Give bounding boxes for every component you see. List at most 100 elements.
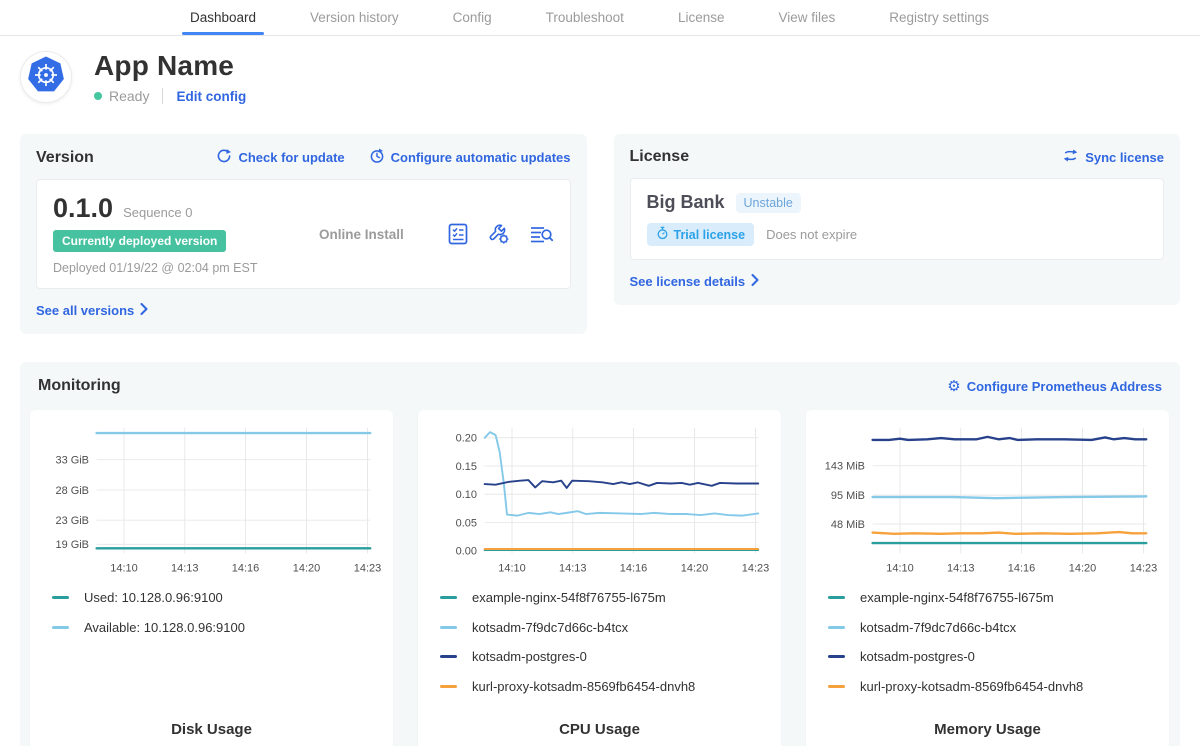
legend-swatch <box>52 626 69 629</box>
y-axis-tick-label: 19 GiB <box>55 539 89 551</box>
channel-badge: Unstable <box>736 193 801 213</box>
version-number: 0.1.0 <box>53 193 113 224</box>
legend-item: example-nginx-54f8f76755-l675m <box>828 590 1161 605</box>
tab-dashboard[interactable]: Dashboard <box>190 0 256 35</box>
tab-registry-settings[interactable]: Registry settings <box>889 0 989 35</box>
x-axis-tick-label: 14:23 <box>1130 563 1157 575</box>
chart-canvas: 0.200.150.100.050.0014:1014:1314:1614:20… <box>426 420 773 584</box>
preflight-checks-icon[interactable] <box>446 222 470 246</box>
legend-label: kotsadm-postgres-0 <box>860 649 975 664</box>
top-navigation: Dashboard Version history Config Trouble… <box>0 0 1200 36</box>
disk-usage-title: Disk Usage <box>38 721 385 740</box>
disk-usage-card: 33 GiB28 GiB23 GiB19 GiB14:1014:1314:161… <box>30 410 393 746</box>
series-line <box>873 437 1147 440</box>
tab-view-files[interactable]: View files <box>778 0 835 35</box>
tab-troubleshoot[interactable]: Troubleshoot <box>546 0 624 35</box>
install-type-label: Online Install <box>285 227 446 242</box>
tab-config[interactable]: Config <box>453 0 492 35</box>
legend-item: kotsadm-postgres-0 <box>440 649 773 664</box>
check-for-update-button[interactable]: Check for update <box>216 148 344 167</box>
y-axis-tick-label: 143 MiB <box>825 461 865 473</box>
x-axis-tick-label: 14:16 <box>620 563 647 575</box>
y-axis-tick-label: 28 GiB <box>55 485 89 497</box>
legend-swatch <box>828 685 845 688</box>
monitoring-section: Monitoring ⚙ Configure Prometheus Addres… <box>20 362 1180 746</box>
memory-usage-title: Memory Usage <box>814 721 1161 740</box>
license-expiry-text: Does not expire <box>766 227 857 242</box>
x-axis-tick-label: 14:20 <box>293 563 320 575</box>
legend-item: kotsadm-7f9dc7d66c-b4tcx <box>440 620 773 635</box>
y-axis-tick-label: 0.00 <box>456 545 477 557</box>
view-diff-logs-icon[interactable] <box>528 222 554 246</box>
x-axis-tick-label: 14:20 <box>681 563 708 575</box>
version-title: Version <box>36 149 94 167</box>
x-axis-tick-label: 14:20 <box>1069 563 1096 575</box>
version-sequence: Sequence 0 <box>123 205 192 220</box>
x-axis-tick-label: 14:13 <box>171 563 198 575</box>
series-line <box>485 432 759 516</box>
x-axis-tick-label: 14:10 <box>110 563 137 575</box>
legend-label: kotsadm-7f9dc7d66c-b4tcx <box>860 620 1016 635</box>
legend-swatch <box>440 685 457 688</box>
legend-label: kurl-proxy-kotsadm-8569fb6454-dnvh8 <box>472 679 695 694</box>
sync-arrows-icon <box>1062 148 1079 166</box>
legend-label: example-nginx-54f8f76755-l675m <box>472 590 666 605</box>
memory-usage-card: 143 MiB95 MiB48 MiB14:1014:1314:1614:201… <box>806 410 1169 746</box>
y-axis-tick-label: 0.05 <box>456 517 477 529</box>
legend-label: Used: 10.128.0.96:9100 <box>84 590 223 605</box>
refresh-icon <box>216 148 232 167</box>
configure-prometheus-button[interactable]: ⚙ Configure Prometheus Address <box>947 379 1162 394</box>
y-axis-tick-label: 95 MiB <box>831 490 865 502</box>
configure-automatic-updates-button[interactable]: Configure automatic updates <box>369 148 571 167</box>
app-header: App Name Ready Edit config <box>20 50 1180 104</box>
series-line <box>485 480 759 488</box>
chart-canvas: 33 GiB28 GiB23 GiB19 GiB14:1014:1314:161… <box>38 420 385 584</box>
legend-item: kotsadm-postgres-0 <box>828 649 1161 664</box>
legend-label: example-nginx-54f8f76755-l675m <box>860 590 1054 605</box>
y-axis-tick-label: 0.15 <box>456 461 477 473</box>
legend-label: kotsadm-7f9dc7d66c-b4tcx <box>472 620 628 635</box>
y-axis-tick-label: 23 GiB <box>55 515 89 527</box>
legend-swatch <box>440 655 457 658</box>
legend-label: kotsadm-postgres-0 <box>472 649 587 664</box>
legend-swatch <box>828 626 845 629</box>
x-axis-tick-label: 14:13 <box>559 563 586 575</box>
y-axis-tick-label: 0.10 <box>456 489 477 501</box>
memory-usage-chart: 143 MiB95 MiB48 MiB14:1014:1314:1614:201… <box>814 420 1161 584</box>
app-logo <box>20 51 72 103</box>
see-license-details-link[interactable]: See license details <box>630 274 760 289</box>
legend-item: Used: 10.128.0.96:9100 <box>52 590 385 605</box>
tab-license[interactable]: License <box>678 0 725 35</box>
series-line <box>873 532 1147 534</box>
legend-item: kurl-proxy-kotsadm-8569fb6454-dnvh8 <box>440 679 773 694</box>
trial-license-badge: Trial license <box>647 223 755 246</box>
monitoring-title: Monitoring <box>38 377 121 395</box>
legend-item: example-nginx-54f8f76755-l675m <box>440 590 773 605</box>
edit-config-link[interactable]: Edit config <box>176 89 246 104</box>
sync-license-button[interactable]: Sync license <box>1062 148 1164 166</box>
license-card: License Sync license Big Bank Unstable <box>614 134 1181 305</box>
tab-version-history[interactable]: Version history <box>310 0 399 35</box>
currently-deployed-badge: Currently deployed version <box>53 230 226 252</box>
edit-config-wrench-icon[interactable] <box>487 222 511 246</box>
version-card: Version Check for update Configure autom… <box>20 134 587 334</box>
legend-label: kurl-proxy-kotsadm-8569fb6454-dnvh8 <box>860 679 1083 694</box>
status-badge: Ready <box>109 88 149 104</box>
deployed-timestamp: Deployed 01/19/22 @ 02:04 pm EST <box>53 261 285 275</box>
disk-usage-legend: Used: 10.128.0.96:9100 Available: 10.128.… <box>52 590 385 649</box>
x-axis-tick-label: 14:10 <box>498 563 525 575</box>
legend-swatch <box>440 626 457 629</box>
x-axis-tick-label: 14:16 <box>1008 563 1035 575</box>
license-details-panel: Big Bank Unstable Trial license Does not… <box>630 178 1165 260</box>
stopwatch-icon <box>656 226 669 243</box>
status-dot <box>94 92 102 100</box>
legend-item: kurl-proxy-kotsadm-8569fb6454-dnvh8 <box>828 679 1161 694</box>
legend-swatch <box>828 655 845 658</box>
chart-canvas: 143 MiB95 MiB48 MiB14:1014:1314:1614:201… <box>814 420 1161 584</box>
y-axis-tick-label: 48 MiB <box>831 519 865 531</box>
see-all-versions-link[interactable]: See all versions <box>36 303 148 318</box>
legend-label: Available: 10.128.0.96:9100 <box>84 620 245 635</box>
license-customer-name: Big Bank <box>647 192 725 213</box>
x-axis-tick-label: 14:13 <box>947 563 974 575</box>
x-axis-tick-label: 14:16 <box>232 563 259 575</box>
